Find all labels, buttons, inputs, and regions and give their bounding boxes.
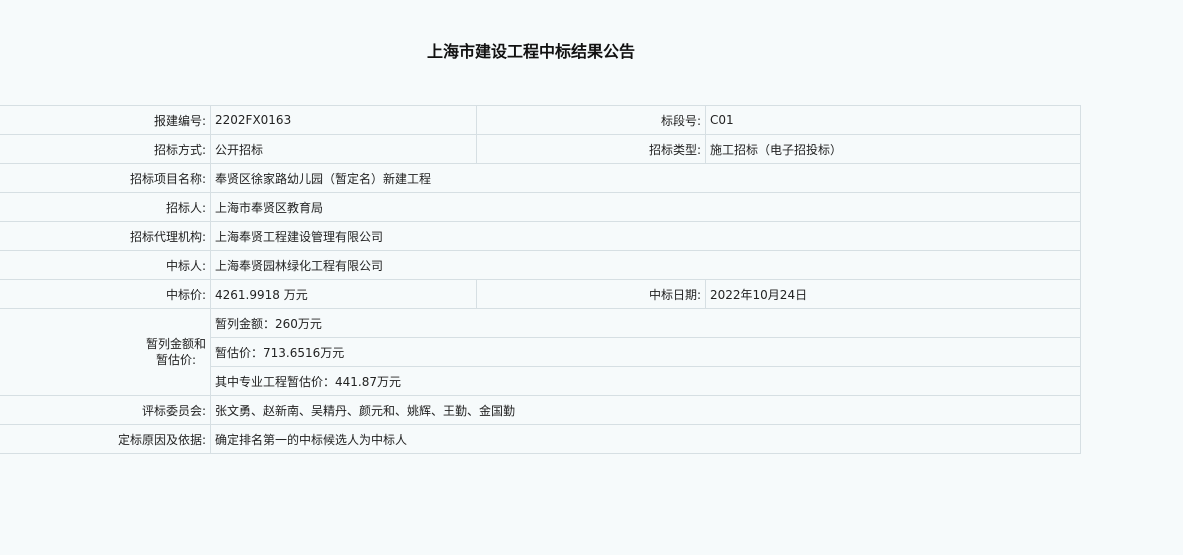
zanlie-value: 暂列金额：260万元 <box>210 308 1081 338</box>
table-row: 定标原因及依据: 确定排名第一的中标候选人为中标人 <box>0 424 1081 454</box>
biaoduan-label: 标段号: <box>476 105 706 135</box>
table-row: 中标价: 4261.9918 万元 中标日期: 2022年10月24日 <box>0 279 1081 309</box>
xiangmu-value: 奉贤区徐家路幼儿园（暂定名）新建工程 <box>210 163 1081 193</box>
table-row: 招标项目名称: 奉贤区徐家路幼儿园（暂定名）新建工程 <box>0 163 1081 193</box>
zhongbiaojia-label: 中标价: <box>0 279 211 309</box>
table-row: 招标方式: 公开招标 招标类型: 施工招标（电子招投标） <box>0 134 1081 164</box>
baojian-value: 2202FX0163 <box>210 105 477 135</box>
yuanyin-value: 确定排名第一的中标候选人为中标人 <box>210 424 1081 454</box>
table-row: 招标代理机构: 上海奉贤工程建设管理有限公司 <box>0 221 1081 251</box>
leixing-value: 施工招标（电子招投标） <box>705 134 1081 164</box>
zhongbiao-riqi-value: 2022年10月24日 <box>705 279 1081 309</box>
zanlie-label: 暂列金额和 暂估价: <box>0 308 211 396</box>
zhongbiaojia-value: 4261.9918 万元 <box>210 279 477 309</box>
xiangmu-label: 招标项目名称: <box>0 163 211 193</box>
table-row: 招标人: 上海市奉贤区教育局 <box>0 192 1081 222</box>
zhuanye-zangu-value: 其中专业工程暂估价：441.87万元 <box>210 366 1081 396</box>
fangshi-label: 招标方式: <box>0 134 211 164</box>
page-title: 上海市建设工程中标结果公告 <box>426 42 635 61</box>
table-row: 报建编号: 2202FX0163 标段号: C01 <box>0 105 1081 135</box>
zhongbiao-riqi-label: 中标日期: <box>476 279 706 309</box>
announcement-page: 上海市建设工程中标结果公告 报建编号: 2202FX0163 标段号: C01 … <box>0 0 1183 555</box>
daili-label: 招标代理机构: <box>0 221 211 251</box>
baojian-label: 报建编号: <box>0 105 211 135</box>
table-row: 评标委员会: 张文勇、赵新南、吴精丹、颜元和、姚辉、王勤、金国勤 <box>0 395 1081 425</box>
zangu-value: 暂估价：713.6516万元 <box>210 337 1081 367</box>
daili-value: 上海奉贤工程建设管理有限公司 <box>210 221 1081 251</box>
zanlie-label-line1: 暂列金额和 <box>145 337 206 351</box>
weiyuan-value: 张文勇、赵新南、吴精丹、颜元和、姚辉、王勤、金国勤 <box>210 395 1081 425</box>
bid-result-table: 报建编号: 2202FX0163 标段号: C01 招标方式: 公开招标 招标类… <box>0 105 1081 454</box>
zhaobiaoren-value: 上海市奉贤区教育局 <box>210 192 1081 222</box>
zhongbiaoren-label: 中标人: <box>0 250 211 280</box>
table-row: 中标人: 上海奉贤园林绿化工程有限公司 <box>0 250 1081 280</box>
weiyuan-label: 评标委员会: <box>0 395 211 425</box>
fangshi-value: 公开招标 <box>210 134 477 164</box>
zanlie-label-line2: 暂估价: <box>155 353 197 367</box>
zhongbiaoren-value: 上海奉贤园林绿化工程有限公司 <box>210 250 1081 280</box>
biaoduan-value: C01 <box>705 105 1081 135</box>
zhaobiaoren-label: 招标人: <box>0 192 211 222</box>
yuanyin-label: 定标原因及依据: <box>0 424 211 454</box>
leixing-label: 招标类型: <box>476 134 706 164</box>
table-row: 暂列金额和 暂估价: 暂列金额：260万元 <box>0 308 1081 396</box>
